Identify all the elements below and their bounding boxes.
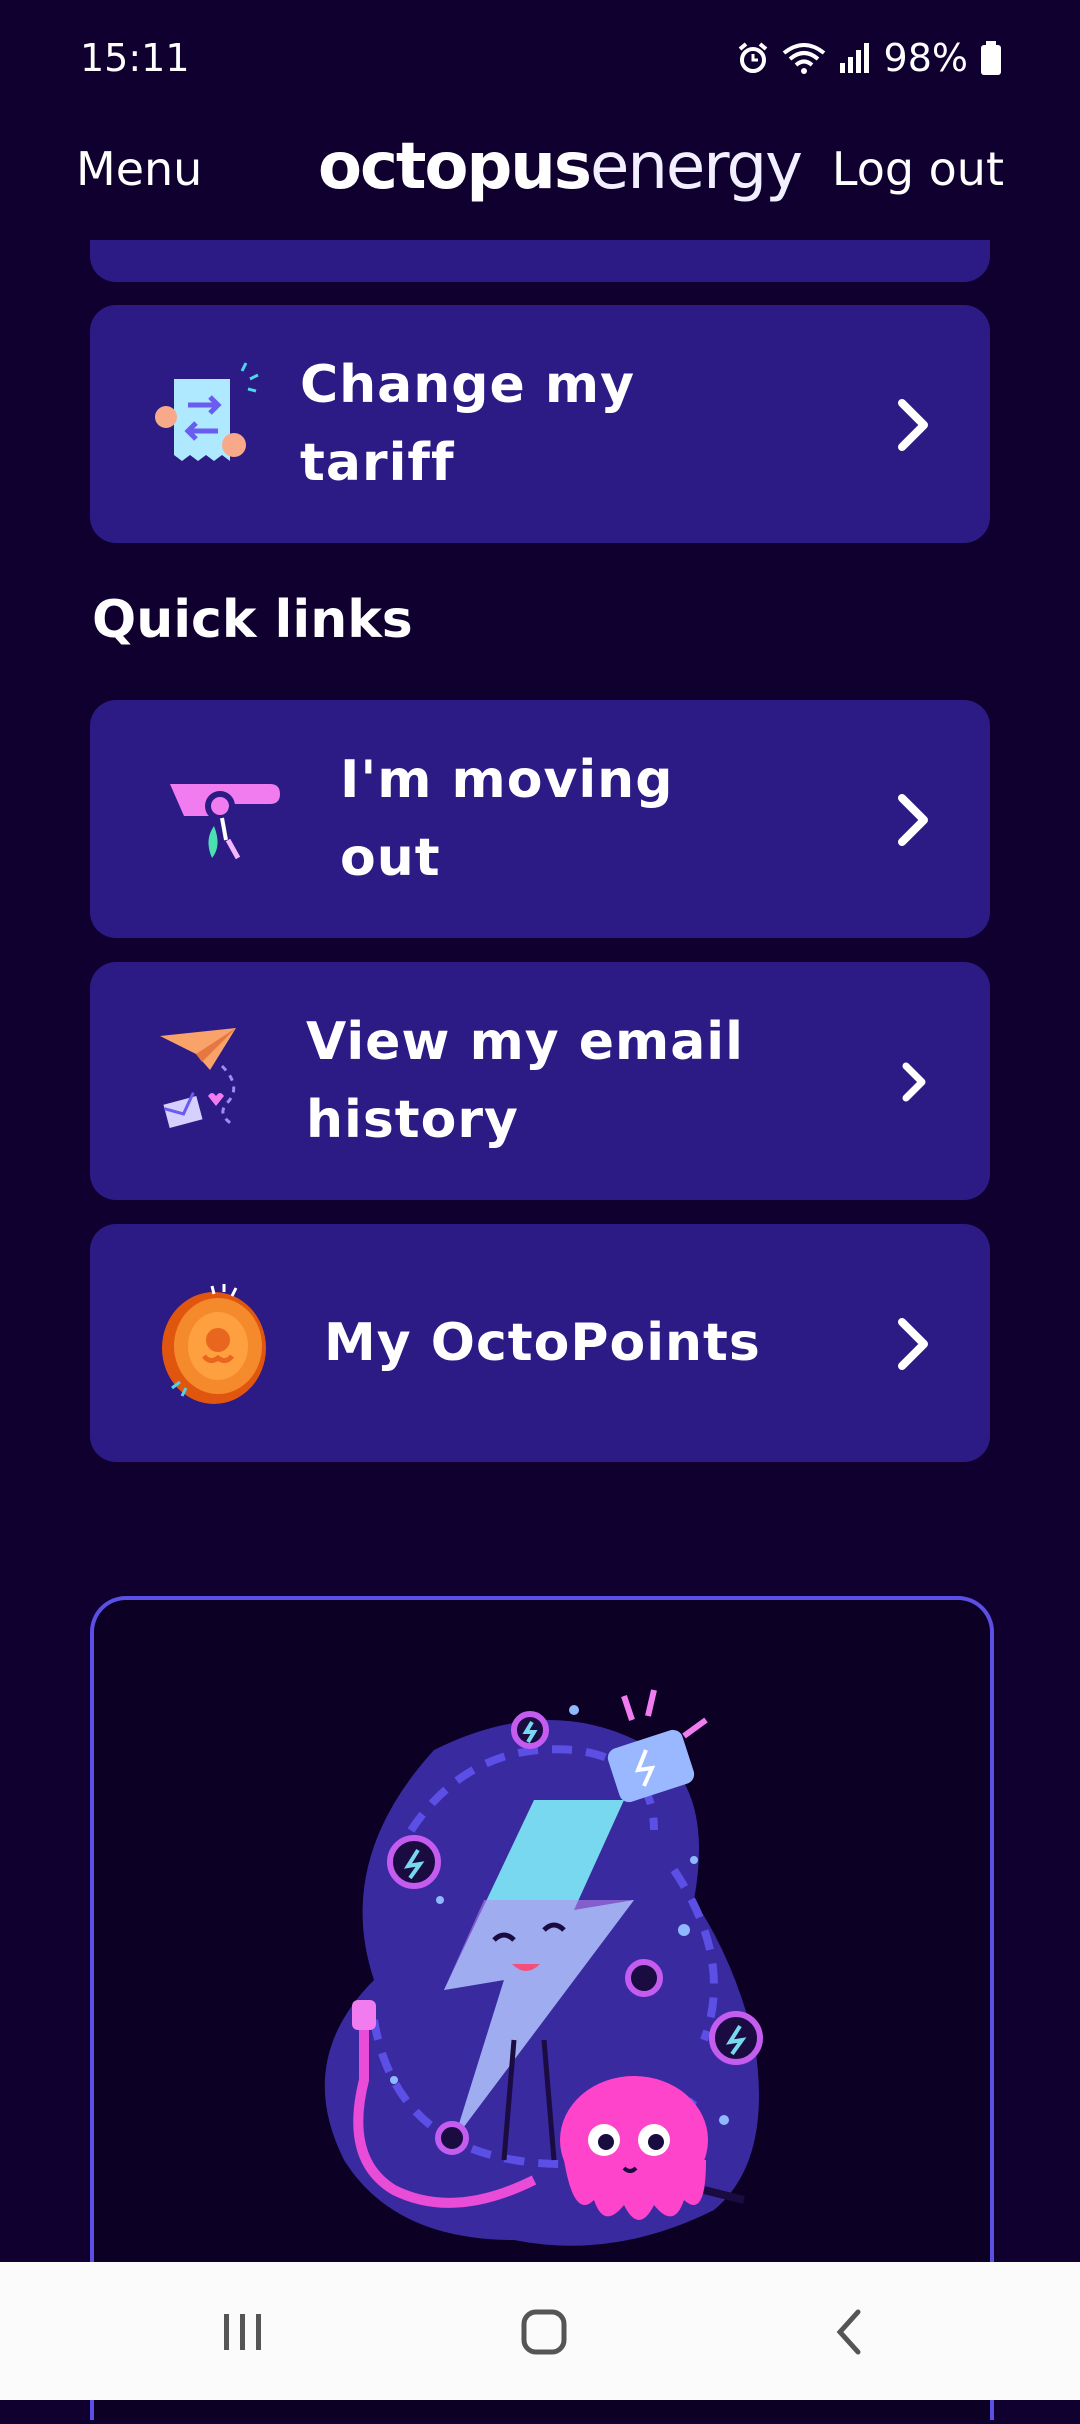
home-button[interactable] — [440, 2262, 640, 2400]
logo-word-energy: energy — [589, 130, 803, 204]
back-button[interactable] — [748, 2262, 948, 2400]
recent-apps-button[interactable] — [142, 2262, 342, 2400]
octopoints-card[interactable]: My OctoPoints — [90, 1224, 990, 1462]
moving-out-label: I'm moving out — [340, 700, 673, 938]
email-history-label: View my email history — [306, 962, 744, 1200]
moving-out-card[interactable]: I'm moving out — [90, 700, 990, 938]
email-history-line2: history — [306, 1090, 519, 1150]
moving-out-line2: out — [340, 828, 441, 888]
logout-button[interactable]: Log out — [832, 142, 1004, 196]
signal-icon — [839, 43, 869, 73]
menu-button[interactable]: Menu — [76, 142, 202, 196]
chevron-right-icon — [898, 399, 928, 451]
status-bar: 15:11 98% — [0, 0, 1080, 120]
wifi-icon — [782, 43, 825, 74]
chevron-right-icon — [898, 1318, 928, 1370]
recent-apps-icon — [224, 2314, 261, 2350]
quick-links-heading: Quick links — [92, 590, 413, 650]
change-tariff-label: Change my tariff — [300, 305, 635, 543]
email-history-line1: View my email — [306, 1012, 744, 1072]
moving-out-line1: I'm moving — [340, 750, 674, 810]
tariff-swap-icon — [155, 362, 259, 461]
change-tariff-line2: tariff — [300, 433, 455, 493]
status-icons: 98% — [736, 36, 1002, 80]
change-tariff-card[interactable]: Change my tariff — [90, 305, 990, 543]
previous-card-partial[interactable] — [90, 240, 990, 282]
battery-icon — [981, 41, 1001, 75]
home-icon — [521, 2309, 567, 2355]
chevron-right-icon — [898, 794, 928, 846]
status-time: 15:11 — [80, 36, 190, 80]
back-icon — [836, 2309, 861, 2355]
alarm-icon — [738, 42, 767, 73]
keys-hand-icon — [170, 784, 280, 860]
system-nav-bar — [0, 2262, 1080, 2400]
octopus-energy-logo[interactable]: octopusenergy — [318, 130, 803, 204]
battery-percent: 98% — [883, 36, 968, 80]
email-history-card[interactable]: View my email history — [90, 962, 990, 1200]
octopoints-coin-icon — [162, 1284, 266, 1404]
chevron-right-icon — [902, 1062, 926, 1102]
logo-word-octopus: octopus — [318, 130, 592, 204]
paper-plane-icon — [160, 1028, 236, 1128]
octopoints-label: My OctoPoints — [324, 1313, 761, 1373]
change-tariff-line1: Change my — [300, 355, 635, 415]
app-header: Menu octopusenergy Log out — [0, 120, 1080, 220]
